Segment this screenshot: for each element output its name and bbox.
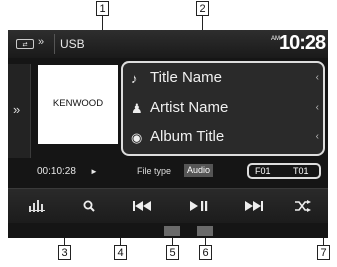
slot-indicator-5	[164, 226, 180, 236]
track-info-panel: ♪ Title Name ‹ ♟ Artist Name ‹ ◉ Album T…	[121, 61, 325, 156]
folder-number: F01	[255, 166, 271, 176]
side-menu-button[interactable]: »	[8, 64, 31, 158]
source-label: USB	[60, 37, 85, 51]
title-name: Title Name	[150, 69, 222, 86]
elapsed-time: 00:10:28	[37, 166, 76, 177]
file-type-value: Audio	[184, 164, 214, 177]
random-button[interactable]	[286, 189, 320, 223]
play-pause-button[interactable]	[179, 189, 219, 223]
chevron-left-icon: ‹	[315, 72, 319, 83]
track-number: T01	[293, 166, 309, 176]
search-button[interactable]	[74, 189, 104, 223]
album-art[interactable]: KENWOOD	[38, 65, 118, 144]
search-icon	[83, 200, 95, 212]
usb-source-icon[interactable]: ⇄	[16, 39, 34, 49]
title-row[interactable]: ♪ Title Name ‹	[123, 65, 323, 93]
shuffle-icon	[295, 199, 311, 212]
callout-3: 3	[58, 245, 71, 260]
callout-4: 4	[114, 245, 127, 260]
chevron-left-icon: ‹	[315, 102, 319, 113]
double-chevron-right-icon: »	[13, 102, 21, 117]
callout-6: 6	[199, 245, 212, 260]
next-button[interactable]	[234, 189, 274, 223]
clock: 10:28	[279, 32, 326, 54]
album-disc-icon: ◉	[131, 130, 143, 145]
file-type-label: File type	[137, 166, 172, 176]
control-bar	[8, 188, 328, 223]
skip-next-icon	[245, 200, 263, 211]
slot-indicator-6	[197, 226, 213, 236]
callout-1: 1	[96, 1, 109, 16]
kenwood-logo: KENWOOD	[52, 98, 104, 109]
folder-track-number: F01 T01	[247, 163, 321, 179]
device-screen: ⇄ » USB AM 10:28 » KENWOOD ♪ Title Name …	[8, 30, 328, 238]
previous-button[interactable]	[122, 189, 162, 223]
equalizer-button[interactable]	[22, 189, 52, 223]
play-status-icon: ►	[90, 167, 98, 176]
album-row[interactable]: ◉ Album Title ‹	[123, 124, 323, 152]
callout-7: 7	[317, 245, 330, 260]
artist-name: Artist Name	[150, 99, 229, 116]
top-bar: ⇄ » USB AM 10:28	[8, 30, 328, 58]
chevron-right-icon: »	[38, 36, 45, 48]
equalizer-icon	[29, 199, 45, 212]
music-note-icon: ♪	[131, 71, 138, 86]
artist-icon: ♟	[131, 101, 143, 116]
chevron-left-icon: ‹	[315, 131, 319, 142]
callout-5: 5	[166, 245, 179, 260]
divider	[54, 34, 55, 54]
album-title: Album Title	[150, 128, 225, 145]
callout-2: 2	[196, 1, 209, 16]
artist-row[interactable]: ♟ Artist Name ‹	[123, 95, 323, 123]
play-pause-icon	[190, 200, 208, 211]
skip-previous-icon	[133, 200, 151, 211]
